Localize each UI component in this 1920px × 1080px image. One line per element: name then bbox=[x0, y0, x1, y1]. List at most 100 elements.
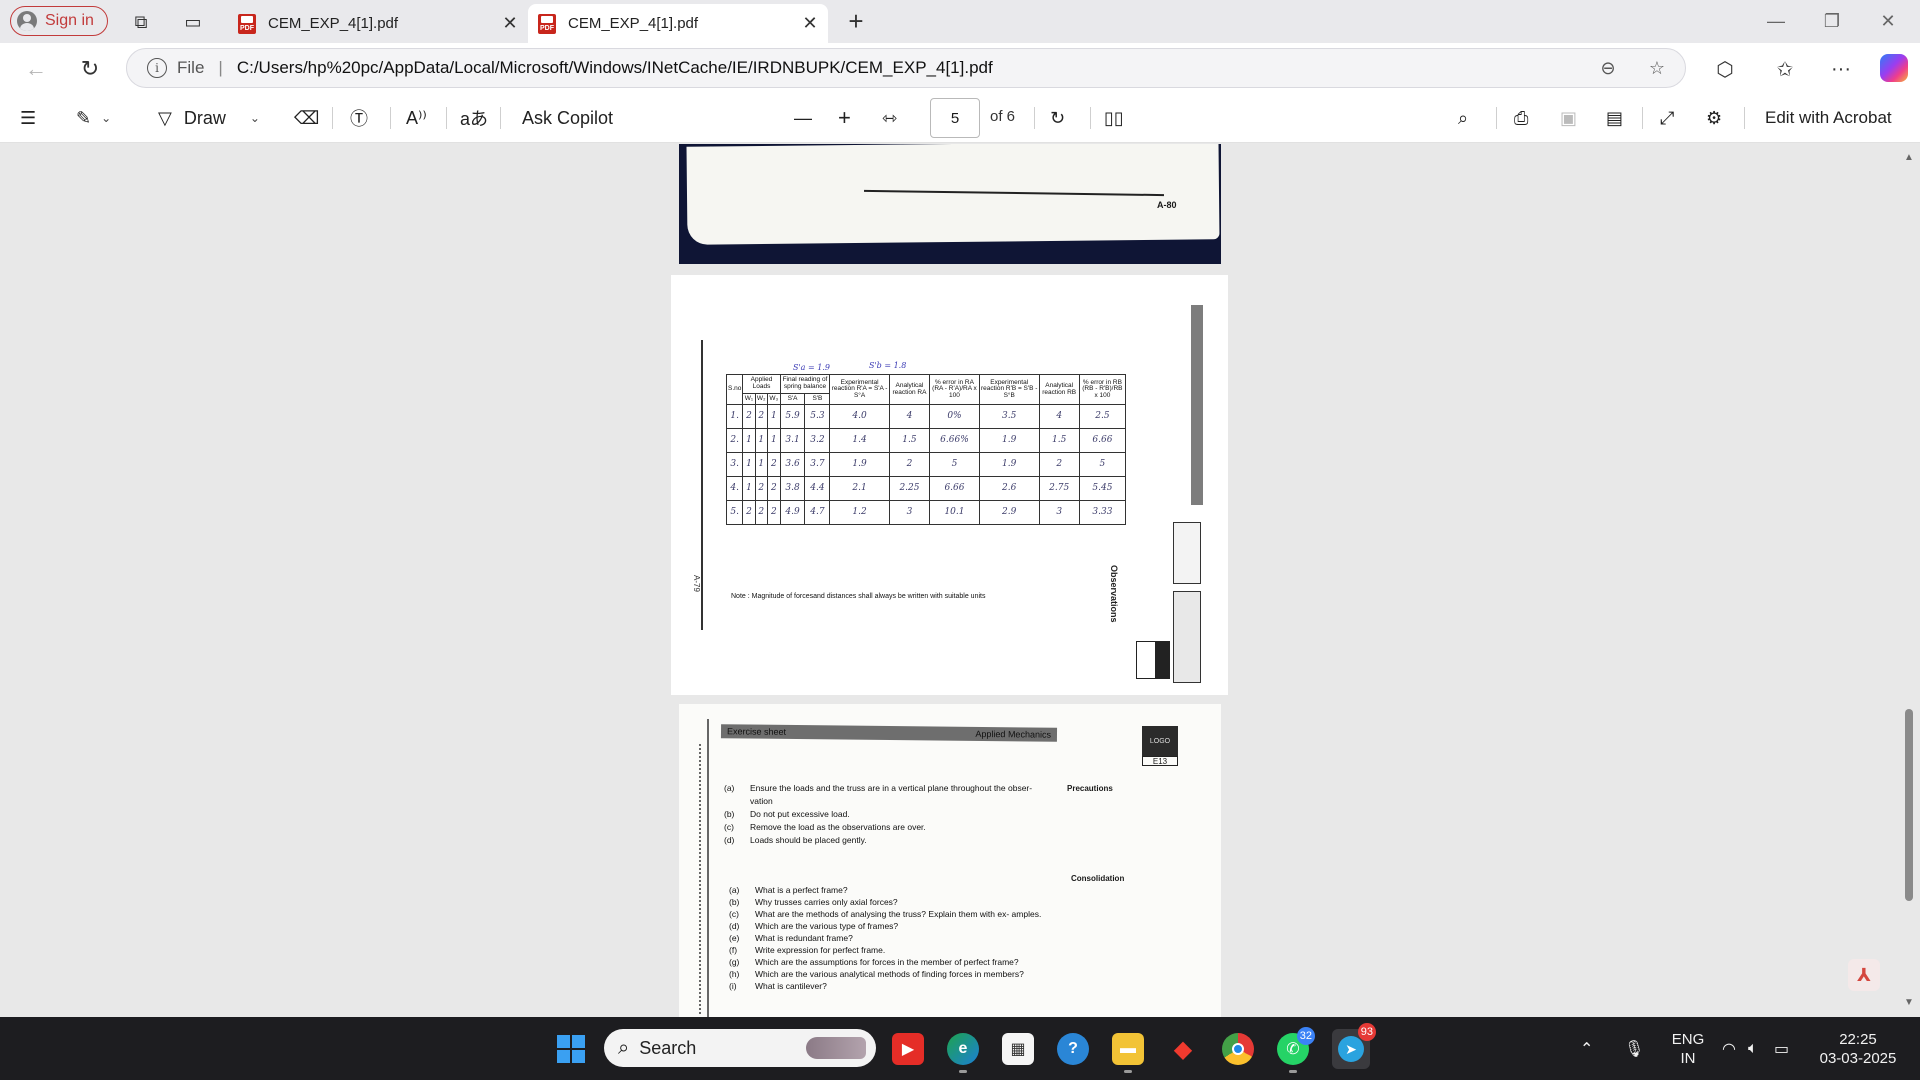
translate-button[interactable]: aあ bbox=[460, 103, 488, 133]
more-menu-icon[interactable]: ··· bbox=[1826, 54, 1856, 84]
fullscreen-icon[interactable]: ⤢ bbox=[1660, 103, 1674, 133]
favorite-star-icon[interactable]: ☆ bbox=[1645, 56, 1669, 80]
sign-in-button[interactable]: Sign in bbox=[10, 6, 108, 36]
battery-icon[interactable]: ▭ bbox=[1774, 1017, 1789, 1080]
list-item: (b) Why trusses carries only axial forces… bbox=[729, 897, 898, 907]
restore-button[interactable]: ❐ bbox=[1804, 0, 1860, 43]
exercise-code: E13 bbox=[1142, 756, 1178, 766]
institution-logo: LOGO bbox=[1142, 726, 1178, 756]
table-cell: 5.45 bbox=[1078, 476, 1127, 502]
url-text[interactable]: C:/Users/hp%20pc/AppData/Local/Microsoft… bbox=[237, 58, 993, 78]
show-hidden-icons[interactable]: ⌃ bbox=[1580, 1017, 1593, 1080]
table-cell: 2. bbox=[725, 428, 744, 454]
zoom-in-icon[interactable]: + bbox=[838, 103, 851, 133]
table-cell: 2 bbox=[888, 452, 931, 478]
tab-actions-icon[interactable]: ▭ bbox=[180, 9, 206, 35]
table-cell: 3.5 bbox=[978, 404, 1040, 430]
find-icon[interactable]: ⌕ bbox=[1458, 103, 1468, 133]
highlight-button[interactable]: ✎ ⌄ bbox=[76, 103, 111, 133]
table-cell: 5 bbox=[929, 452, 980, 478]
tab-pdf-1[interactable]: PDF CEM_EXP_4[1].pdf ✕ bbox=[228, 4, 528, 43]
address-bar[interactable]: i File | C:/Users/hp%20pc/AppData/Local/… bbox=[126, 48, 1686, 88]
volume-icon[interactable]: 🔈︎ bbox=[1748, 1017, 1758, 1080]
chevron-down-icon[interactable]: ⌄ bbox=[101, 111, 111, 125]
search-label: Search bbox=[639, 1037, 697, 1058]
list-item: (d) Which are the various type of frames? bbox=[729, 921, 899, 931]
rotate-icon[interactable]: ↻ bbox=[1050, 103, 1065, 133]
table-cell: 2.25 bbox=[888, 476, 931, 502]
help-icon[interactable]: ? bbox=[1057, 1033, 1089, 1065]
info-icon[interactable]: i bbox=[147, 58, 167, 78]
minimize-button[interactable]: — bbox=[1748, 0, 1804, 43]
contents-list-icon[interactable]: ☰ bbox=[20, 103, 36, 133]
address-bar-row: ← ↻ i File | C:/Users/hp%20pc/AppData/Lo… bbox=[0, 43, 1920, 93]
banner-right: Applied Mechanics bbox=[975, 728, 1052, 740]
language-indicator[interactable]: ENG IN bbox=[1666, 1017, 1710, 1080]
pdf-file-icon: PDF bbox=[238, 13, 256, 34]
page-code: A-80 bbox=[1157, 200, 1177, 210]
back-arrow-icon[interactable]: ← bbox=[20, 53, 52, 85]
tab-pdf-2[interactable]: PDF CEM_EXP_4[1].pdf ✕ bbox=[528, 4, 828, 43]
search-icon: ⌕ bbox=[618, 1036, 630, 1059]
edge-icon[interactable]: e bbox=[947, 1033, 979, 1073]
scroll-up-arrow-icon[interactable]: ▲ bbox=[1903, 152, 1915, 164]
favorites-icon[interactable]: ✩ bbox=[1770, 54, 1800, 84]
new-tab-button[interactable]: + bbox=[840, 5, 872, 37]
close-tab-icon[interactable]: ✕ bbox=[798, 13, 822, 34]
whatsapp-icon[interactable]: ✆ 32 bbox=[1277, 1027, 1315, 1073]
scroll-down-arrow-icon[interactable]: ▼ bbox=[1903, 997, 1915, 1009]
refresh-icon[interactable]: ↻ bbox=[74, 53, 106, 85]
table-cell: 1.9 bbox=[978, 428, 1040, 454]
zoom-out-icon[interactable]: — bbox=[794, 103, 812, 133]
print-icon[interactable]: ⎙ bbox=[1514, 103, 1528, 133]
table-cell: 1.5 bbox=[1038, 428, 1080, 454]
acrobat-icon[interactable]: ⅄ bbox=[1848, 959, 1880, 991]
clock[interactable]: 22:25 03-03-2025 bbox=[1808, 1017, 1908, 1080]
telegram-button[interactable]: ➤ 93 bbox=[1332, 1023, 1376, 1069]
edit-with-acrobat-button[interactable]: Edit with Acrobat bbox=[1765, 103, 1892, 133]
zoom-icon[interactable]: ⊖ bbox=[1596, 56, 1620, 80]
page-view-icon[interactable]: ▯▯ bbox=[1104, 103, 1124, 133]
header-applied-loads: Applied Loads bbox=[742, 374, 781, 394]
chevron-down-icon[interactable]: ⌄ bbox=[250, 111, 260, 125]
anydesk-icon[interactable]: ◆ bbox=[1167, 1033, 1199, 1065]
table-cell: 2 bbox=[766, 476, 781, 502]
questions-list: (a) What is a perfect frame? (b) Why truss… bbox=[729, 884, 1059, 992]
close-window-button[interactable]: ✕ bbox=[1860, 0, 1916, 43]
windows-start-icon[interactable] bbox=[557, 1035, 585, 1063]
scroll-thumb[interactable] bbox=[1905, 709, 1913, 901]
fit-width-icon[interactable]: ⇿ bbox=[882, 103, 897, 133]
eraser-icon[interactable]: ⌫ bbox=[294, 103, 319, 133]
chrome-icon[interactable] bbox=[1222, 1033, 1254, 1065]
text-box-icon[interactable]: Ⓣ bbox=[350, 103, 368, 133]
extensions-icon[interactable]: ⬡ bbox=[1710, 54, 1740, 84]
microphone-icon[interactable]: 🎙︎ bbox=[1624, 1017, 1644, 1080]
pdf-viewer[interactable]: A-80 Observations A-79 S'a = 1.9 S'b = 1… bbox=[0, 144, 1920, 1017]
save-as-icon[interactable]: ▤ bbox=[1606, 103, 1623, 133]
wifi-icon[interactable]: ◠ bbox=[1722, 1017, 1736, 1080]
page-number-input[interactable]: 5 bbox=[930, 98, 980, 138]
table-cell: 1 bbox=[742, 476, 756, 502]
settings-gear-icon[interactable]: ⚙ bbox=[1706, 103, 1722, 133]
table-cell: 2.9 bbox=[978, 500, 1040, 526]
workspaces-icon[interactable]: ⧉ bbox=[128, 9, 154, 35]
close-tab-icon[interactable]: ✕ bbox=[498, 13, 522, 34]
list-item: (a) Ensure the loads and the truss are in… bbox=[724, 783, 1033, 806]
youtube-icon[interactable]: ▶ bbox=[892, 1033, 924, 1065]
table-cell: 0% bbox=[929, 404, 980, 430]
read-aloud-button[interactable]: A⁾⁾ bbox=[406, 103, 427, 133]
subheader: S'A bbox=[779, 392, 806, 406]
ask-copilot-button[interactable]: Ask Copilot bbox=[522, 103, 613, 133]
banner-left: Exercise sheet bbox=[726, 726, 787, 737]
copilot-icon[interactable] bbox=[1880, 54, 1908, 82]
taskbar-search[interactable]: ⌕ Search bbox=[604, 1029, 876, 1067]
page-code: A-79 bbox=[692, 575, 701, 592]
vertical-scrollbar[interactable]: ▲ ▼ bbox=[1898, 144, 1920, 1017]
list-item: (a) What is a perfect frame? bbox=[729, 885, 848, 895]
draw-button[interactable]: ▽ Draw ⌄ bbox=[158, 103, 260, 133]
search-highlight-image bbox=[806, 1037, 866, 1059]
microsoft-store-icon[interactable]: ▦ bbox=[1002, 1033, 1034, 1065]
table-row: 2. 1 1 1 3.1 3.2 1.4 1.5 6.66% 1.9 1.5 6.66 bbox=[725, 428, 1127, 454]
save-icon[interactable]: ▣ bbox=[1560, 103, 1577, 133]
file-explorer-icon[interactable]: ▬ bbox=[1112, 1033, 1144, 1073]
